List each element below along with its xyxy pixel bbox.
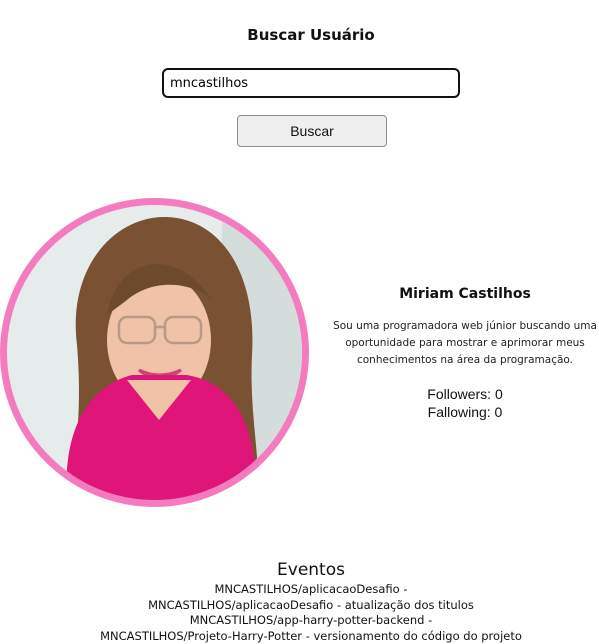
profile-bio: Sou uma programadora web júnior buscando… (330, 318, 599, 369)
search-input[interactable] (162, 68, 460, 98)
page-title: Buscar Usuário (0, 26, 599, 44)
events-title: Eventos (0, 560, 599, 580)
avatar-photo (7, 205, 302, 500)
event-item: MNCASTILHOS/aplicacaoDesafio - atualizaç… (0, 598, 599, 614)
search-button[interactable]: Buscar (237, 115, 387, 147)
avatar (0, 198, 309, 507)
event-item: MNCASTILHOS/Projeto-Harry-Potter - versi… (0, 629, 599, 644)
profile-name: Miriam Castilhos (330, 286, 599, 302)
followers-count: Followers: 0 (330, 386, 599, 402)
event-item: MNCASTILHOS/app-harry-potter-backend - (0, 613, 599, 629)
following-count: Fallowing: 0 (330, 404, 599, 420)
event-item: MNCASTILHOS/aplicacaoDesafio - (0, 582, 599, 598)
events-list: MNCASTILHOS/aplicacaoDesafio - MNCASTILH… (0, 582, 599, 644)
